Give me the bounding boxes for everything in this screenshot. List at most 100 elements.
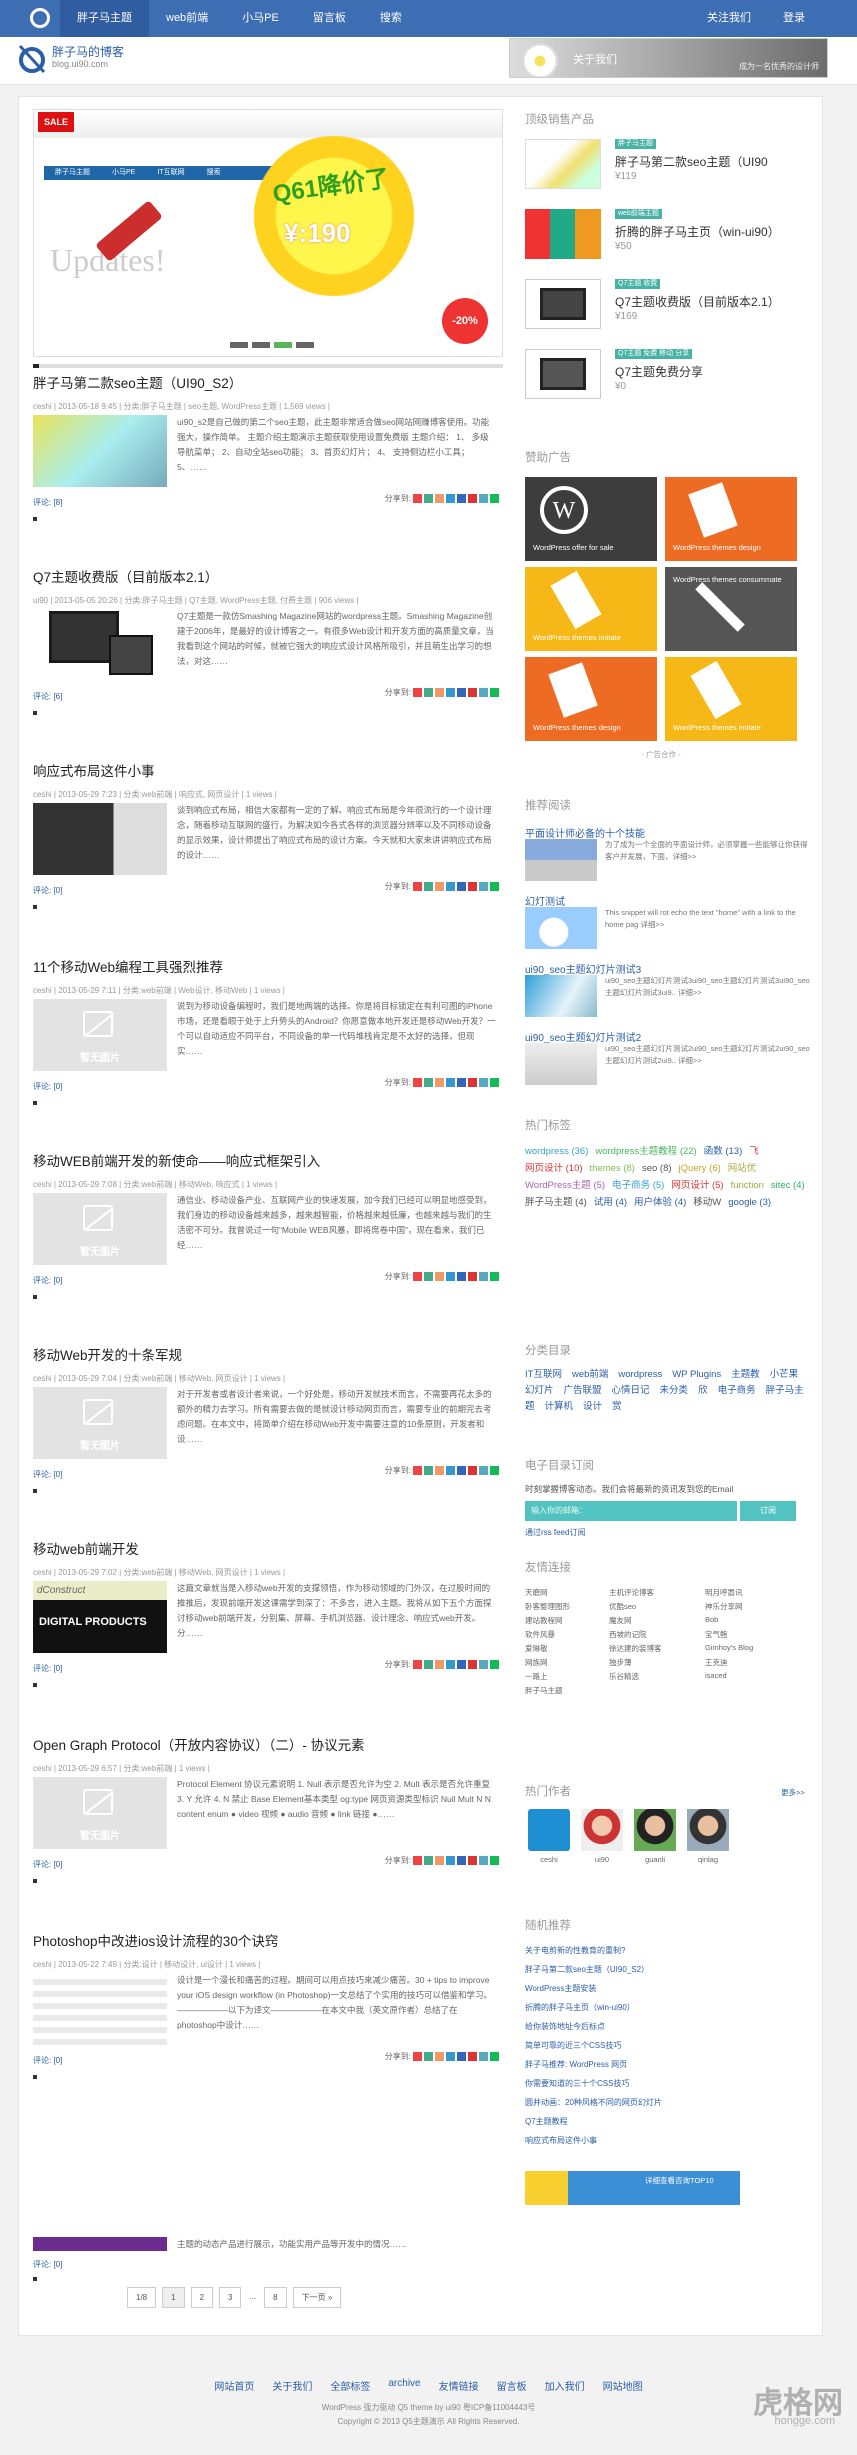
share-kaixin-icon[interactable]	[479, 1272, 488, 1281]
share-douban-icon[interactable]	[457, 882, 466, 891]
share-kaixin-icon[interactable]	[479, 882, 488, 891]
ad-html-2[interactable]: WordPress themes design	[525, 657, 657, 741]
share-weibo-icon[interactable]	[413, 882, 422, 891]
post-thumbnail[interactable]	[33, 609, 167, 681]
share-douban-icon[interactable]	[457, 1272, 466, 1281]
footer-link[interactable]: 关于我们	[272, 2378, 312, 2393]
share-qq-icon[interactable]	[446, 1078, 455, 1087]
rec-item[interactable]: ui90_seo主题幻灯片测试2 ui90_seo主题幻灯片测试2ui90_se…	[525, 1029, 815, 1085]
share-163-icon[interactable]	[468, 1272, 477, 1281]
page-8[interactable]: 8	[264, 2287, 287, 2308]
share-163-icon[interactable]	[468, 2052, 477, 2061]
footer-link[interactable]: 加入我们	[545, 2378, 585, 2393]
share-kaixin-icon[interactable]	[479, 2052, 488, 2061]
sidebar-banner[interactable]: 详细查看咨询TOP10	[525, 2171, 740, 2205]
share-weibo-icon[interactable]	[413, 688, 422, 697]
random-post-link[interactable]: WordPress主题安装	[525, 1979, 815, 1998]
random-post-link[interactable]: 简单可靠的近三个CSS技巧	[525, 2036, 815, 2055]
share-weibo-icon[interactable]	[413, 1272, 422, 1281]
nav-item-pe[interactable]: 小马PE	[225, 0, 296, 37]
friend-link[interactable]: 一路上	[525, 1671, 609, 1682]
rss-link[interactable]: 通过rss feed订阅	[525, 1527, 585, 1538]
tag-link[interactable]: 试用 (4)	[594, 1197, 627, 1208]
friend-link[interactable]: 明月呼嚣讯	[705, 1587, 795, 1598]
product-thumbnail[interactable]	[525, 349, 601, 399]
share-163-icon[interactable]	[468, 1078, 477, 1087]
ad-wordpress[interactable]: W WordPress offer for sale	[525, 477, 657, 561]
comments-link[interactable]: 评论: [0]	[33, 1081, 62, 1092]
slider-dot-active[interactable]	[274, 342, 292, 348]
author-name[interactable]: qinlag	[698, 1855, 718, 1864]
post-thumbnail[interactable]	[33, 803, 167, 875]
logo-icon[interactable]	[30, 8, 50, 28]
tag-link[interactable]: wordpress (36)	[525, 1146, 588, 1157]
friend-link[interactable]: 优酷seo	[609, 1601, 705, 1612]
post-thumbnail[interactable]	[33, 2237, 167, 2251]
authors-more-link[interactable]: 更多>>	[781, 1787, 805, 1798]
product-name[interactable]: Q7主题免费分享	[615, 363, 703, 380]
comments-link[interactable]: 评论: [0]	[33, 2055, 62, 2066]
slider-dot[interactable]	[230, 342, 248, 348]
category-link[interactable]: 计算机	[545, 1401, 574, 1412]
share-renren-icon[interactable]	[435, 1856, 444, 1865]
share-qzone-icon[interactable]	[424, 1466, 433, 1475]
share-more-icon[interactable]	[490, 882, 499, 891]
subscribe-button[interactable]: 订阅	[740, 1501, 796, 1521]
category-link[interactable]: 设计	[583, 1401, 602, 1412]
ad-brush-2[interactable]: WordPress themes imitate	[665, 657, 797, 741]
post-thumbnail[interactable]	[33, 415, 167, 487]
product-item[interactable]: 胖子马主题 胖子马第二款seo主题（UI90 ¥119	[525, 139, 815, 199]
share-qq-icon[interactable]	[446, 1466, 455, 1475]
post-thumbnail[interactable]: dConstruct DIGITAL PRODUCTS	[33, 1581, 167, 1653]
author-name[interactable]: guanli	[645, 1855, 665, 1864]
share-more-icon[interactable]	[490, 1078, 499, 1087]
post-thumbnail[interactable]: 暂无图片	[33, 1777, 167, 1849]
friend-link[interactable]: 软件风暴	[525, 1629, 609, 1640]
category-link[interactable]: web前端	[572, 1369, 608, 1380]
avatar[interactable]	[581, 1809, 623, 1851]
category-link[interactable]: wordpress	[618, 1369, 662, 1380]
share-qq-icon[interactable]	[446, 1856, 455, 1865]
post-title[interactable]: Q7主题收费版（目前版本2.1）	[33, 569, 503, 587]
share-douban-icon[interactable]	[457, 1856, 466, 1865]
tag-link[interactable]: 用户体验 (4)	[634, 1197, 686, 1208]
category-link[interactable]: WP Plugins	[672, 1369, 721, 1380]
rec-thumbnail[interactable]	[525, 907, 597, 949]
avatar[interactable]	[528, 1809, 570, 1851]
tag-link[interactable]: seo (8)	[642, 1163, 672, 1174]
random-post-link[interactable]: 折腾的胖子马主页（win-ui90）	[525, 1998, 815, 2017]
product-thumbnail[interactable]	[525, 209, 601, 259]
share-more-icon[interactable]	[490, 1660, 499, 1669]
post-thumbnail[interactable]: 暂无图片	[33, 999, 167, 1071]
nav-item-search[interactable]: 搜索	[363, 0, 419, 37]
friend-link[interactable]: Gimhoy's Blog	[705, 1643, 795, 1654]
friend-link[interactable]: 网族网	[525, 1657, 609, 1668]
post-title[interactable]: 移动Web开发的十条军规	[33, 1347, 503, 1365]
share-renren-icon[interactable]	[435, 494, 444, 503]
random-post-link[interactable]: 给你装饰地址今后标点	[525, 2017, 815, 2036]
share-renren-icon[interactable]	[435, 1466, 444, 1475]
category-link[interactable]: 赏	[612, 1401, 622, 1412]
share-more-icon[interactable]	[490, 1272, 499, 1281]
post-title[interactable]: 移动web前端开发	[33, 1541, 503, 1559]
share-more-icon[interactable]	[490, 494, 499, 503]
product-item[interactable]: Q7主题 免费 移动 分享 Q7主题免费分享 ¥0	[525, 349, 815, 409]
tag-link[interactable]: 胖子马主题 (4)	[525, 1197, 587, 1208]
footer-link[interactable]: archive	[388, 2378, 420, 2393]
tag-link[interactable]: 函数 (13)	[704, 1146, 743, 1157]
share-163-icon[interactable]	[468, 1660, 477, 1669]
share-qq-icon[interactable]	[446, 1272, 455, 1281]
site-logo-icon[interactable]	[18, 42, 48, 76]
featured-slider[interactable]: SALE 胖子马主题小马PEIT互联网搜索 Q61降价了 ¥:190 Updat…	[33, 109, 503, 357]
comments-link[interactable]: 评论: [6]	[33, 691, 62, 702]
share-weibo-icon[interactable]	[413, 1466, 422, 1475]
share-163-icon[interactable]	[468, 1856, 477, 1865]
share-163-icon[interactable]	[468, 494, 477, 503]
author-item[interactable]: qinlag	[684, 1809, 732, 1864]
friend-link[interactable]: 主机评论博客	[609, 1587, 705, 1598]
page-1[interactable]: 1	[162, 2287, 185, 2308]
author-item[interactable]: ui90	[578, 1809, 626, 1864]
share-weibo-icon[interactable]	[413, 1078, 422, 1087]
tag-link[interactable]: 电子商务 (5)	[612, 1180, 664, 1191]
header-banner[interactable]: 关于我们 成为一名优秀的设计师	[509, 38, 828, 78]
